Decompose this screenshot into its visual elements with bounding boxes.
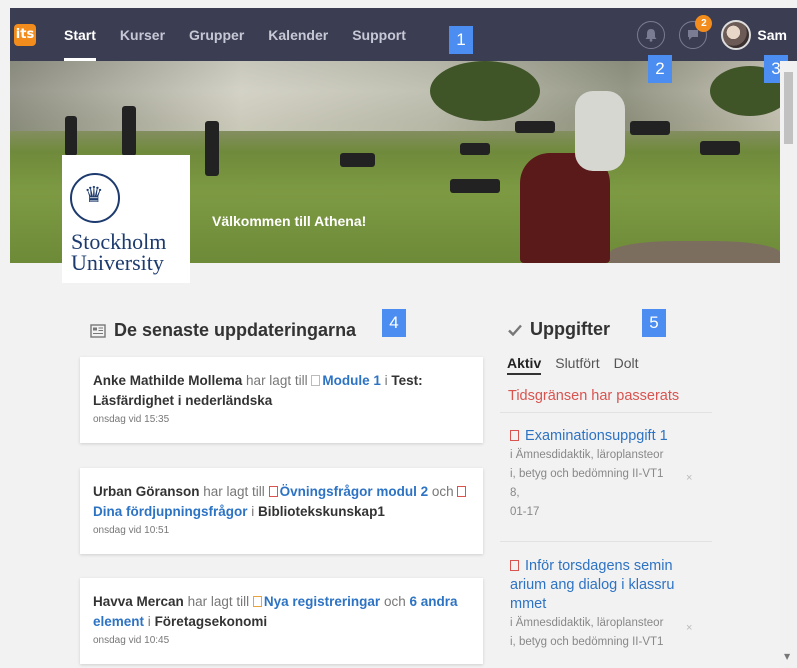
updates-title: De senaste uppdateringarna (114, 320, 357, 340)
update-item-link[interactable]: Nya registreringar (264, 594, 380, 609)
update-card: Havva Mercan har lagt till Nya registrer… (80, 578, 483, 664)
person (515, 121, 555, 133)
assignment-icon (510, 560, 519, 571)
document-icon (311, 375, 321, 386)
update-timestamp: onsdag vid 10:45 (93, 635, 170, 646)
update-item-link[interactable]: Dina fördjupningsfrågor (93, 504, 248, 519)
task-item: Inför torsdagens semin arium ang dialog … (510, 557, 700, 652)
update-preposition: i (147, 614, 151, 629)
update-author[interactable]: Urban Göranson (93, 484, 200, 499)
nav-kalender[interactable]: Kalender (256, 8, 340, 61)
person (460, 143, 490, 155)
annotation-marker-5: 5 (642, 309, 666, 337)
task-course: i, betyg och bedömning II-VT1 (510, 636, 664, 648)
checkmark-icon (508, 324, 522, 336)
tab-dolt[interactable]: Dolt (614, 355, 639, 375)
tree (430, 61, 540, 121)
person (122, 106, 136, 156)
person (630, 121, 670, 135)
tasks-heading: Uppgifter (508, 319, 610, 340)
task-item: Examinationsuppgift 1 i Ämnesdidaktik, l… (510, 427, 700, 522)
updates-heading: De senaste uppdateringarna (90, 320, 356, 341)
annotation-marker-2: 2 (648, 55, 672, 83)
update-conjunction: och (431, 484, 454, 499)
nav-actions: 2 Sam (637, 14, 787, 50)
update-item-link[interactable]: Övningsfrågor modul 2 (280, 484, 429, 499)
task-course: i Ämnesdidaktik, läroplansteor (510, 449, 664, 461)
task-course: i, betyg och bedömning II-VT1 (510, 468, 664, 480)
update-timestamp: onsdag vid 15:35 (93, 414, 170, 425)
person (205, 121, 219, 176)
nav-start[interactable]: Start (52, 8, 108, 61)
stockholm-university-logo: Stockholm University (62, 155, 190, 283)
tasks-title: Uppgifter (530, 319, 610, 339)
update-author[interactable]: Havva Mercan (93, 594, 184, 609)
update-card: Urban Göranson har lagt till Övningsfråg… (80, 468, 483, 554)
messages-badge: 2 (695, 14, 713, 32)
scrollbar[interactable] (780, 61, 797, 668)
avatar (721, 19, 752, 50)
page: its Start Kurser Grupper Kalender Suppor… (0, 0, 797, 668)
person (700, 141, 740, 155)
update-preposition: i (251, 504, 255, 519)
update-course[interactable]: Bibliotekskunskap1 (258, 504, 385, 519)
update-author[interactable]: Anke Mathilde Mollema (93, 373, 242, 388)
nav-support[interactable]: Support (340, 8, 418, 61)
update-verb: har lagt till (203, 484, 265, 499)
main-menu: Start Kurser Grupper Kalender Support (52, 8, 418, 61)
divider (500, 412, 712, 413)
update-verb: har lagt till (246, 373, 308, 388)
person (65, 116, 77, 156)
update-item-link[interactable]: Module 1 (322, 373, 381, 388)
task-course: i Ämnesdidaktik, läroplansteor (510, 617, 664, 629)
nav-grupper[interactable]: Grupper (177, 8, 256, 61)
dismiss-task-button[interactable]: × (686, 622, 692, 634)
task-link[interactable]: Examinationsuppgift 1 (510, 427, 700, 446)
person (340, 153, 375, 167)
top-navigation: its Start Kurser Grupper Kalender Suppor… (10, 8, 797, 61)
seated-person (575, 91, 625, 171)
annotation-marker-1: 1 (449, 26, 473, 54)
update-verb: har lagt till (187, 594, 250, 609)
welcome-message: Välkommen till Athena! (212, 213, 367, 229)
task-course: 8, (510, 487, 520, 499)
user-name: Sam (757, 26, 787, 43)
scrollbar-thumb[interactable] (784, 72, 793, 144)
task-deadline: 01-17 (510, 506, 540, 518)
person (450, 179, 500, 193)
nav-kurser[interactable]: Kurser (108, 8, 177, 61)
quiz-icon (268, 486, 278, 497)
tab-slutfort[interactable]: Slutfört (555, 355, 599, 375)
newspaper-icon (90, 323, 106, 338)
update-course[interactable]: Företagsekonomi (155, 614, 268, 629)
dismiss-task-button[interactable]: × (686, 472, 692, 484)
update-conjunction: och (383, 594, 406, 609)
rock (610, 241, 780, 263)
university-name: Stockholm University (71, 229, 167, 275)
scroll-down-arrow-icon[interactable]: ▼ (784, 652, 790, 661)
task-tabs: Aktiv Slutfört Dolt (507, 355, 639, 375)
notifications-button[interactable] (637, 20, 666, 49)
assignment-icon (510, 430, 519, 441)
user-menu[interactable]: Sam (721, 19, 787, 50)
quiz-icon (457, 486, 467, 497)
task-link[interactable]: Inför torsdagens semin arium ang dialog … (510, 557, 700, 614)
update-preposition: i (384, 373, 388, 388)
clipboard-icon (252, 596, 262, 607)
update-timestamp: onsdag vid 10:51 (93, 525, 170, 536)
annotation-marker-4: 4 (382, 309, 406, 337)
university-seal-icon (70, 173, 120, 223)
divider (500, 541, 712, 542)
bell-icon (645, 28, 657, 42)
messages-button[interactable]: 2 (679, 14, 713, 49)
tab-aktiv[interactable]: Aktiv (507, 355, 542, 375)
update-card: Anke Mathilde Mollema har lagt till Modu… (80, 357, 483, 443)
overdue-heading: Tidsgränsen har passerats (508, 388, 680, 404)
its-logo[interactable]: its (14, 23, 36, 46)
